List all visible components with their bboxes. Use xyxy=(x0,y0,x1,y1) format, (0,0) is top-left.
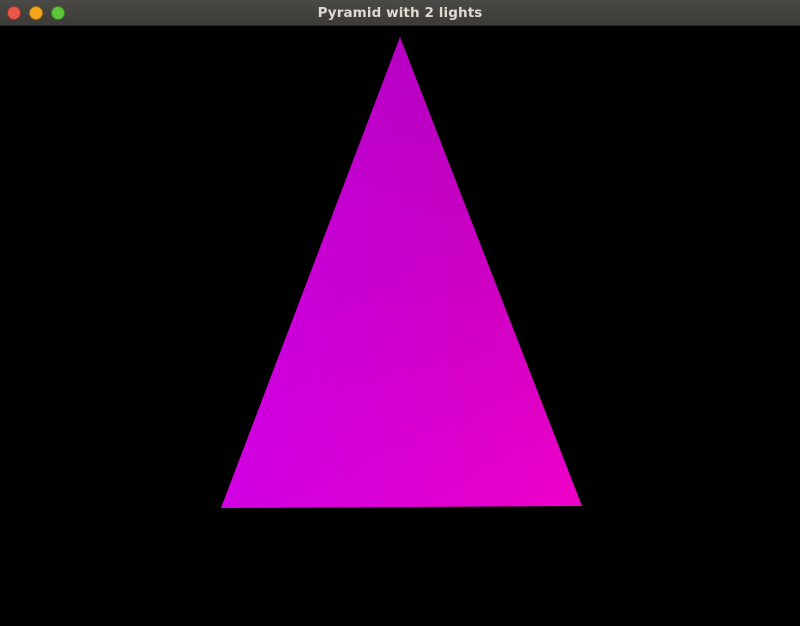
pyramid-face-shading xyxy=(221,37,582,508)
window-title: Pyramid with 2 lights xyxy=(317,5,483,21)
scene-svg xyxy=(221,37,582,508)
render-canvas[interactable] xyxy=(0,26,800,626)
title-bar[interactable]: Pyramid with 2 lights xyxy=(0,0,800,26)
app-window: Pyramid with 2 lights xyxy=(0,0,800,626)
